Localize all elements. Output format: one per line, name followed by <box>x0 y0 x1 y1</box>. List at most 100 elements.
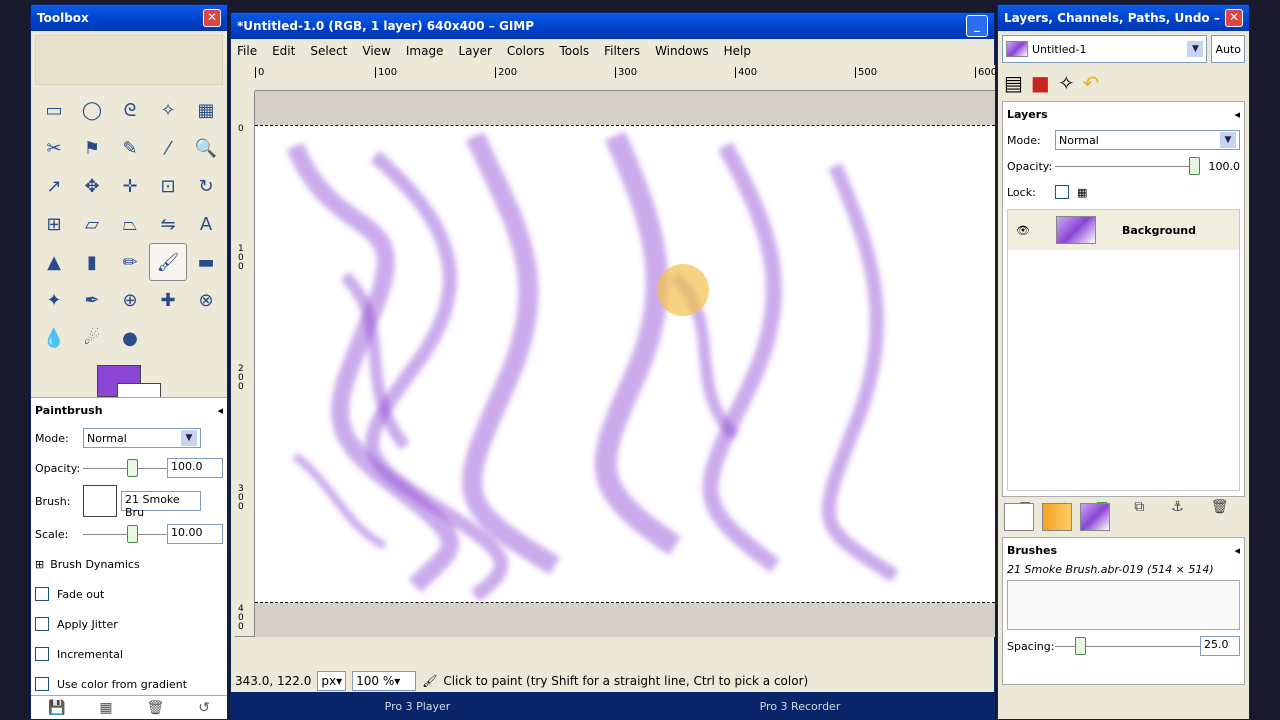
toolbox-titlebar[interactable]: Toolbox ✕ <box>31 5 227 31</box>
heal-icon[interactable]: ✚ <box>149 281 187 319</box>
opacity-slider[interactable] <box>83 458 167 478</box>
fuzzy-select-icon[interactable]: ✧ <box>149 91 187 129</box>
scale-input[interactable]: 10.00 <box>167 524 223 544</box>
anchor-icon[interactable]: ⚓ <box>1171 499 1184 515</box>
incremental-checkbox[interactable] <box>35 647 49 661</box>
airbrush-icon[interactable]: ✦ <box>35 281 73 319</box>
spacing-slider[interactable] <box>1055 636 1200 656</box>
restore-icon[interactable]: ▦ <box>99 700 112 716</box>
minimize-icon[interactable]: _ <box>966 15 988 37</box>
menu-help[interactable]: Help <box>724 44 751 58</box>
patterns-tab-icon[interactable] <box>1042 503 1072 531</box>
close-icon[interactable]: ✕ <box>203 9 221 27</box>
mode-combo[interactable]: Normal ▼ <box>83 428 201 448</box>
layers-titlebar[interactable]: Layers, Channels, Paths, Undo – B... ✕ <box>998 5 1249 31</box>
zoom-combo[interactable]: 100 % ▾ <box>352 671 417 691</box>
lasso-icon[interactable]: ᘓ <box>111 91 149 129</box>
blend-icon[interactable]: ▮ <box>73 243 111 281</box>
channels-tab-icon[interactable]: ■ <box>1031 71 1050 95</box>
layers-tab-icon[interactable]: ▤ <box>1004 71 1023 95</box>
image-select[interactable]: Untitled-1 ▼ <box>1002 35 1208 63</box>
layer-name[interactable]: Background <box>1122 224 1196 237</box>
menu-image[interactable]: Image <box>406 44 444 58</box>
align-icon[interactable]: ✛ <box>111 167 149 205</box>
canvas-area[interactable] <box>255 91 995 637</box>
brush-dynamics[interactable]: Brush Dynamics <box>50 558 139 571</box>
tab-menu-icon[interactable]: ◂ <box>217 404 223 417</box>
reset-icon[interactable]: ↺ <box>198 700 210 716</box>
menu-file[interactable]: File <box>237 44 257 58</box>
lock-checkbox[interactable] <box>1055 185 1069 199</box>
menu-view[interactable]: View <box>362 44 390 58</box>
scale-slider[interactable] <box>83 524 167 544</box>
menu-windows[interactable]: Windows <box>655 44 709 58</box>
rotate-icon[interactable]: ↻ <box>187 167 225 205</box>
lock-alpha-icon[interactable]: ▦ <box>1077 186 1087 199</box>
opacity-input[interactable]: 100.0 <box>167 458 223 478</box>
move-icon[interactable]: ✥ <box>73 167 111 205</box>
layer-opacity-value[interactable]: 100.0 <box>1200 160 1241 173</box>
ellipse-select-icon[interactable]: ◯ <box>73 91 111 129</box>
color-select-icon[interactable]: ▦ <box>187 91 225 129</box>
brush-grid[interactable] <box>1007 580 1240 630</box>
undo-tab-icon[interactable]: ↶ <box>1083 71 1100 95</box>
blur-icon[interactable]: 💧 <box>35 319 73 357</box>
duplicate-layer-icon[interactable]: ⧉ <box>1134 499 1144 515</box>
menu-layer[interactable]: Layer <box>458 44 491 58</box>
slider-knob[interactable] <box>127 459 138 477</box>
flip-icon[interactable]: ⇋ <box>149 205 187 243</box>
dodge-icon[interactable]: ● <box>111 319 149 357</box>
slider-knob[interactable] <box>1075 637 1086 655</box>
slider-knob[interactable] <box>1189 157 1200 175</box>
crop-icon[interactable]: ⊡ <box>149 167 187 205</box>
layer-opacity-slider[interactable] <box>1055 156 1200 176</box>
pencil-icon[interactable]: ✏ <box>111 243 149 281</box>
brushes-tab-icon[interactable] <box>1004 503 1034 531</box>
slider-knob[interactable] <box>127 525 138 543</box>
save-icon[interactable]: 💾 <box>48 700 65 716</box>
paths-tab-icon[interactable]: ✧ <box>1058 71 1075 95</box>
bucket-fill-icon[interactable]: ▲ <box>35 243 73 281</box>
expand-icon[interactable]: ⊞ <box>35 558 44 571</box>
close-icon[interactable]: ✕ <box>1225 9 1243 27</box>
delete-layer-icon[interactable]: 🗑 <box>1211 499 1229 515</box>
auto-button[interactable]: Auto <box>1211 35 1245 63</box>
foreground-select-icon[interactable]: ⚑ <box>73 129 111 167</box>
smudge-icon[interactable]: ☄ <box>73 319 111 357</box>
layer-mode-combo[interactable]: Normal ▼ <box>1055 130 1240 150</box>
paintbrush-icon[interactable]: 🖌 <box>149 243 187 281</box>
paths-icon[interactable]: ✎ <box>111 129 149 167</box>
gradients-tab-icon[interactable] <box>1080 503 1110 531</box>
image-titlebar[interactable]: *Untitled-1.0 (RGB, 1 layer) 640x400 – G… <box>231 13 994 39</box>
scissors-icon[interactable]: ✂ <box>35 129 73 167</box>
text-icon[interactable]: A <box>187 205 225 243</box>
clone-icon[interactable]: ⊕ <box>111 281 149 319</box>
perspective-clone-icon[interactable]: ⊗ <box>187 281 225 319</box>
measure-icon[interactable]: ↗ <box>35 167 73 205</box>
canvas-image[interactable] <box>255 125 995 603</box>
zoom-icon[interactable]: 🔍 <box>187 129 225 167</box>
ink-icon[interactable]: ✒ <box>73 281 111 319</box>
rect-select-icon[interactable]: ▭ <box>35 91 73 129</box>
taskbar-item[interactable]: Pro 3 Recorder <box>760 700 841 713</box>
jitter-checkbox[interactable] <box>35 617 49 631</box>
menu-colors[interactable]: Colors <box>507 44 545 58</box>
fade-checkbox[interactable] <box>35 587 49 601</box>
tab-menu-icon[interactable]: ◂ <box>1234 544 1240 557</box>
perspective-icon[interactable]: ⏢ <box>111 205 149 243</box>
gradient-checkbox[interactable] <box>35 677 49 691</box>
unit-combo[interactable]: px ▾ <box>317 671 347 691</box>
brush-preview[interactable] <box>83 485 117 517</box>
color-picker-icon[interactable]: ⁄ <box>149 129 187 167</box>
eraser-icon[interactable]: ▬ <box>187 243 225 281</box>
menu-filters[interactable]: Filters <box>604 44 640 58</box>
delete-icon[interactable]: 🗑 <box>147 700 165 716</box>
menu-edit[interactable]: Edit <box>272 44 295 58</box>
eye-icon[interactable]: 👁 <box>1016 224 1030 237</box>
shear-icon[interactable]: ▱ <box>73 205 111 243</box>
menu-select[interactable]: Select <box>310 44 347 58</box>
scale-icon[interactable]: ⊞ <box>35 205 73 243</box>
taskbar-item[interactable]: Pro 3 Player <box>385 700 451 713</box>
tab-menu-icon[interactable]: ◂ <box>1234 108 1240 121</box>
layer-row[interactable]: 👁 Background <box>1008 210 1239 250</box>
